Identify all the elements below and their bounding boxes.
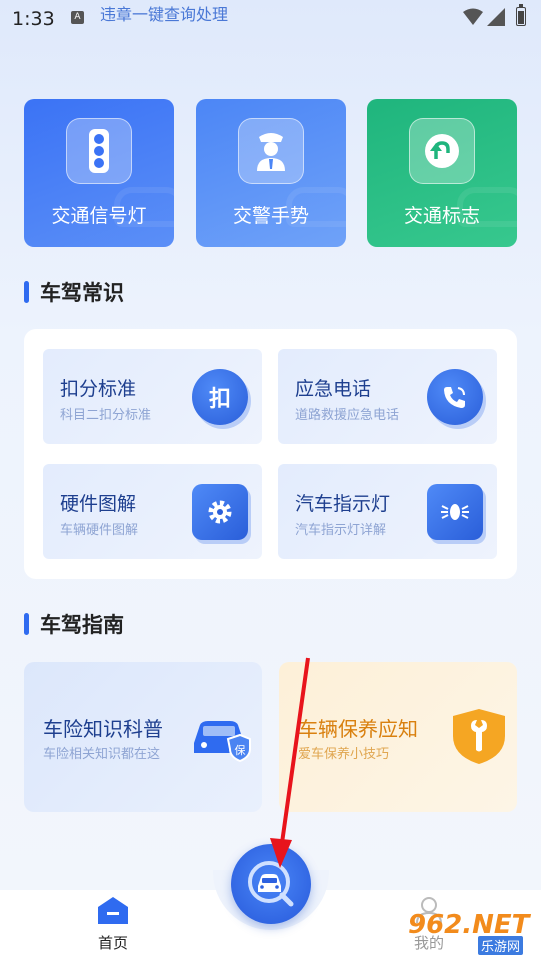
signal-icon [487,8,505,26]
knowledge-item-title: 扣分标准 [60,378,137,400]
notification-a-icon: A [71,11,84,24]
car-search-icon [248,861,294,907]
section-title: 车驾常识 [40,281,124,305]
car-insurance-icon: 保 [194,721,251,763]
nav-label-home: 首页 [97,934,128,952]
knowledge-item-subtitle: 汽车指示灯详解 [295,523,387,538]
guide-card-maintenance[interactable]: 车辆保养应知 爱车保养小技巧 [279,662,517,812]
guide-title: 车辆保养应知 [298,717,418,741]
knowledge-item-title: 硬件图解 [60,493,137,515]
tile-label: 交通标志 [403,205,480,227]
guide-card-car-insurance[interactable]: 车险知识科普 车险相关知识都在这 保 [24,662,262,812]
police-icon [238,118,304,184]
section-header-guide: 车驾指南 [24,609,124,639]
tile-traffic-light[interactable]: 交通信号灯 [24,99,174,247]
watermark-logo: 962.NET 乐游网 [408,910,538,956]
home-icon [98,897,128,924]
section-title: 车驾指南 [40,613,124,637]
section-accent-bar [24,613,29,635]
knowledge-card: 扣分标准 科目二扣分标准 扣 应急电话 道路救援应急电话 硬件图解 车辆硬件图解… [24,329,517,579]
knowledge-item-title: 汽车指示灯 [295,493,391,515]
tile-police-gesture[interactable]: 交警手势 [196,99,346,247]
page-title: 违章一键查询处理 [100,5,229,24]
status-time: 1:33 [12,8,55,30]
tile-label: 交警手势 [232,205,309,227]
watermark-sub-text: 乐游网 [478,936,524,955]
nav-item-home[interactable]: 首页 [80,895,146,953]
traffic-light-icon [66,118,132,184]
status-bar: 1:33 A 违章一键查询处理 [0,0,541,36]
tile-label: 交通信号灯 [51,205,147,227]
phone-icon [427,369,483,425]
section-header-knowledge: 车驾常识 [24,277,124,307]
knowledge-item-subtitle: 道路救援应急电话 [295,408,400,423]
knowledge-item-hardware[interactable]: 硬件图解 车辆硬件图解 [43,464,262,559]
knowledge-item-deduct-points[interactable]: 扣分标准 科目二扣分标准 扣 [43,349,262,444]
deduct-points-icon-text: 扣 [208,387,231,412]
knowledge-item-indicator-lights[interactable]: 汽车指示灯 汽车指示灯详解 [278,464,497,559]
guide-subtitle: 爱车保养小技巧 [298,747,390,762]
guide-title: 车险知识科普 [43,717,163,741]
wifi-icon [463,8,483,25]
knowledge-item-title: 应急电话 [295,378,372,400]
knowledge-item-emergency-phone[interactable]: 应急电话 道路救援应急电话 [278,349,497,444]
guide-subtitle: 车险相关知识都在这 [43,747,161,762]
indicator-light-icon [427,484,483,540]
battery-icon [516,4,526,26]
wrench-shield-icon [453,709,505,764]
u-turn-sign-icon [409,118,475,184]
gear-icon [192,484,248,540]
knowledge-item-subtitle: 车辆硬件图解 [60,523,139,538]
section-accent-bar [24,281,29,303]
center-car-search-button[interactable] [231,844,311,924]
deduct-points-icon: 扣 [192,369,248,425]
tile-traffic-sign[interactable]: 交通标志 [367,99,517,247]
insurance-badge-text: 保 [235,743,246,757]
knowledge-item-subtitle: 科目二扣分标准 [60,408,152,423]
